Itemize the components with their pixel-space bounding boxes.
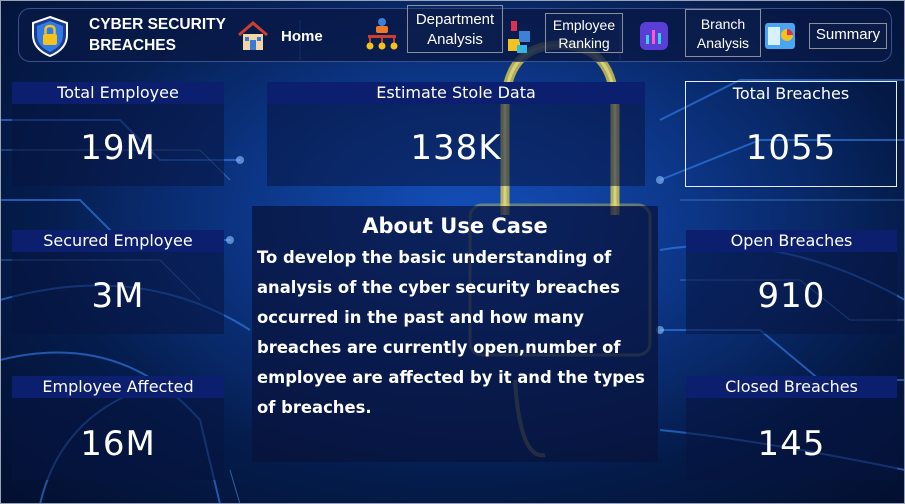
about-text: To develop the basic understanding of an… bbox=[257, 248, 645, 417]
nav-department-analysis-button[interactable]: Department Analysis bbox=[407, 5, 503, 53]
app-title: CYBER SECURITY BREACHES bbox=[89, 16, 226, 54]
kpi-label: Estimate Stole Data bbox=[267, 82, 645, 104]
kpi-label: Open Breaches bbox=[686, 230, 897, 252]
kpi-label: Employee Affected bbox=[12, 376, 224, 398]
kpi-body: 1055 bbox=[686, 104, 896, 186]
kpi-value: 3M bbox=[91, 276, 145, 316]
about-title: About Use Case bbox=[362, 214, 548, 238]
kpi-body: 16M bbox=[12, 398, 224, 480]
kpi-value: 145 bbox=[757, 424, 826, 464]
kpi-body: 910 bbox=[686, 252, 897, 334]
kpi-label: Total Breaches bbox=[732, 84, 850, 103]
house-icon[interactable] bbox=[235, 18, 271, 54]
kpi-closed-breaches: Closed Breaches 145 bbox=[686, 376, 897, 480]
kpi-open-breaches: Open Breaches 910 bbox=[686, 230, 897, 334]
kpi-label: Secured Employee bbox=[12, 230, 224, 252]
dashboard-report-icon[interactable] bbox=[763, 19, 797, 53]
shield-lock-icon bbox=[32, 15, 68, 57]
kpi-body: 145 bbox=[686, 398, 897, 480]
kpi-body: 19M bbox=[12, 104, 224, 186]
kpi-label: Closed Breaches bbox=[686, 376, 897, 398]
about-use-case-panel: About Use Case To develop the basic unde… bbox=[252, 206, 658, 462]
nav-home-button[interactable]: Home bbox=[281, 28, 323, 45]
nav-employee-ranking-button[interactable]: Employee Ranking bbox=[545, 13, 623, 53]
kpi-total-employee: Total Employee 19M bbox=[12, 82, 224, 186]
header-bar: CYBER SECURITY BREACHES Home Department … bbox=[18, 5, 892, 62]
nav-summary-button[interactable]: Summary bbox=[809, 23, 887, 49]
kpi-employee-affected: Employee Affected 16M bbox=[12, 376, 224, 480]
blocks-icon[interactable] bbox=[505, 17, 535, 55]
kpi-value: 138K bbox=[410, 128, 502, 168]
kpi-value: 910 bbox=[757, 276, 826, 316]
nav-branch-analysis-button[interactable]: Branch Analysis bbox=[685, 9, 761, 57]
kpi-total-breaches: Total Breaches 1055 bbox=[685, 81, 897, 187]
kpi-secured-employee: Secured Employee 3M bbox=[12, 230, 224, 334]
org-chart-icon[interactable] bbox=[363, 16, 401, 54]
kpi-body: 138K bbox=[267, 104, 645, 186]
bar-chart-icon[interactable] bbox=[639, 21, 669, 51]
kpi-value: 19M bbox=[80, 128, 156, 168]
kpi-value: 1055 bbox=[745, 128, 837, 168]
kpi-label: Total Employee bbox=[12, 82, 224, 104]
kpi-value: 16M bbox=[80, 424, 156, 464]
kpi-body: 3M bbox=[12, 252, 224, 334]
kpi-estimate-stole-data: Estimate Stole Data 138K bbox=[267, 82, 645, 186]
